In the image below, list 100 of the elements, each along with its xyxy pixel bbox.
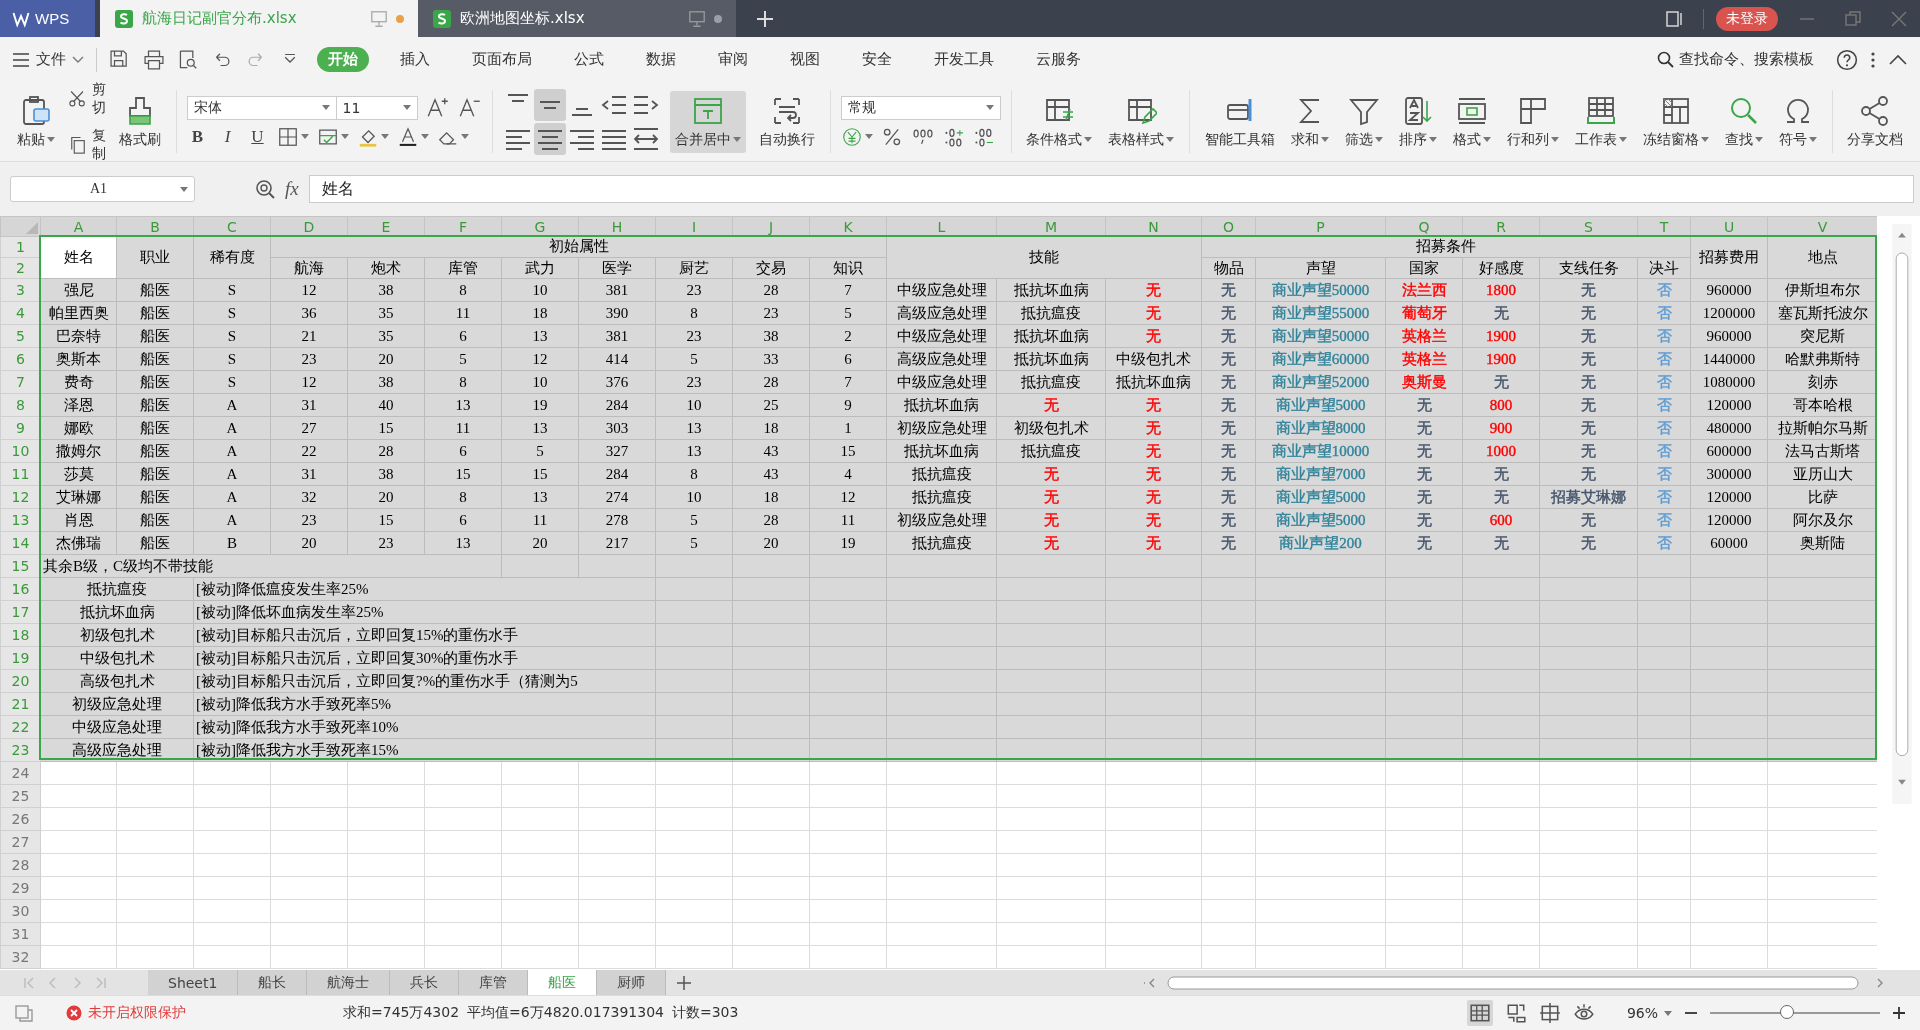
print-preview-icon[interactable] [177,48,199,71]
command-search[interactable]: 查找命令、搜索模板 [1657,50,1814,69]
row-header[interactable]: 6 [0,347,41,371]
row-header[interactable]: 32 [0,945,41,969]
font-size-dropdown[interactable]: 11 [335,95,418,120]
omega-button[interactable]: 符号 [1773,90,1822,153]
row-header[interactable]: 5 [0,324,41,348]
ribbon-tab[interactable]: 开发工具 [923,47,1005,72]
row-header[interactable]: 22 [0,715,41,739]
freeze-panes-button[interactable]: 冻结窗格 [1637,90,1714,153]
row-header[interactable]: 12 [0,485,41,509]
ribbon-tab[interactable]: 审阅 [707,47,759,72]
row-header[interactable]: 16 [0,577,41,601]
ribbon-tab[interactable]: 视图 [779,47,831,72]
align-middle-icon[interactable] [534,88,566,121]
italic-button[interactable]: I [216,126,239,147]
table-style-button[interactable]: 表格样式 [1103,90,1179,153]
row-header[interactable]: 15 [0,554,41,578]
row-header[interactable]: 18 [0,623,41,647]
row-header[interactable]: 2 [0,257,41,279]
row-header[interactable]: 11 [0,462,41,486]
row-header[interactable]: 8 [0,393,41,417]
column-header[interactable]: E [347,216,425,237]
login-button[interactable]: 未登录 [1716,6,1778,31]
column-header[interactable]: J [732,216,810,237]
column-header[interactable]: U [1690,216,1768,237]
column-header[interactable]: L [886,216,997,237]
row-header[interactable]: 3 [0,278,41,302]
row-header[interactable]: 14 [0,531,41,555]
row-header[interactable]: 1 [0,236,41,258]
ribbon-tab[interactable]: 插入 [389,47,441,72]
column-header[interactable]: B [116,216,194,237]
row-header[interactable]: 21 [0,692,41,716]
ribbon-tab[interactable]: 开始 [317,47,369,72]
document-tab[interactable]: 航海日记副官分布.xlsx [100,0,418,37]
zoom-in-icon[interactable] [1892,1006,1906,1020]
share-document-button[interactable]: 分享文档 [1842,90,1908,153]
formula-field[interactable]: 姓名 [308,175,1914,203]
number-format-dropdown[interactable]: 常规 [840,95,1001,120]
help-icon[interactable] [1836,48,1858,71]
sheet-tab[interactable]: Sheet1 [148,970,239,995]
tab-title[interactable]: 航海日记副官分布.xlsx [142,9,362,28]
row-header[interactable]: 9 [0,416,41,440]
print-icon[interactable] [143,48,165,71]
name-box[interactable]: A1 [10,176,195,202]
column-header[interactable]: F [424,216,502,237]
sheet-tab[interactable]: 厨师 [597,970,667,995]
row-header[interactable]: 20 [0,669,41,693]
merge-center-button[interactable]: 合并居中 [670,90,746,153]
sheet-tab[interactable]: 船长 [238,970,308,995]
vertical-scrollbar[interactable] [1892,224,1912,804]
document-tab[interactable]: 欧洲地图坐标.xlsx [418,0,736,37]
column-header[interactable]: D [270,216,348,237]
column-header[interactable]: R [1462,216,1540,237]
row-header[interactable]: 28 [0,853,41,877]
row-header[interactable]: 30 [0,899,41,923]
cell-format-button[interactable]: 格式 [1447,90,1496,153]
column-header[interactable]: H [578,216,656,237]
sort-button[interactable]: 排序 [1393,90,1442,153]
wrap-text-button[interactable]: 自动换行 [754,90,820,153]
column-header[interactable]: P [1255,216,1386,237]
column-header[interactable]: C [193,216,271,237]
row-header[interactable]: 24 [0,761,41,785]
copy-button[interactable]: 复制 [68,126,106,163]
file-menu[interactable]: 文件 [12,50,84,69]
underline-button[interactable]: U [246,126,269,147]
row-header[interactable]: 29 [0,876,41,900]
paste-button[interactable]: 粘贴 [12,90,60,153]
sigma-button[interactable]: 求和 [1285,90,1334,153]
row-header[interactable]: 19 [0,646,41,670]
new-tab-icon[interactable] [756,9,774,28]
cut-button[interactable]: 剪切 [68,80,106,117]
bold-button[interactable]: B [186,126,209,147]
rows-columns-button[interactable]: 行和列 [1501,90,1564,153]
column-header[interactable]: K [809,216,887,237]
tablet-icon[interactable] [1665,9,1683,28]
zoom-dropdown[interactable]: 96% [1626,1005,1672,1021]
ribbon-tab[interactable]: 云服务 [1025,47,1092,72]
column-header[interactable]: V [1767,216,1877,237]
column-header[interactable]: S [1539,216,1638,237]
toolbox-button[interactable]: 智能工具箱 [1199,90,1280,153]
column-header[interactable]: N [1105,216,1202,237]
sheet-tab[interactable]: 船医 [528,970,598,995]
permission-status[interactable]: 未开启权限保护 [66,1004,186,1022]
row-header[interactable]: 10 [0,439,41,463]
font-name-dropdown[interactable]: 宋体 [186,95,337,120]
add-sheet-icon[interactable] [676,974,693,991]
tab-title[interactable]: 欧洲地图坐标.xlsx [460,9,680,28]
row-header[interactable]: 17 [0,600,41,624]
row-header[interactable]: 27 [0,830,41,854]
row-header[interactable]: 26 [0,807,41,831]
column-header[interactable]: O [1201,216,1256,237]
insert-function-button[interactable]: fx [285,178,299,200]
row-header[interactable]: 23 [0,738,41,762]
row-header[interactable]: 7 [0,370,41,394]
app-tab[interactable]: WPS [0,0,95,37]
filter-button[interactable]: 筛选 [1339,90,1388,153]
column-header[interactable]: I [655,216,733,237]
align-center-icon[interactable] [534,122,566,155]
column-header[interactable]: T [1637,216,1691,237]
